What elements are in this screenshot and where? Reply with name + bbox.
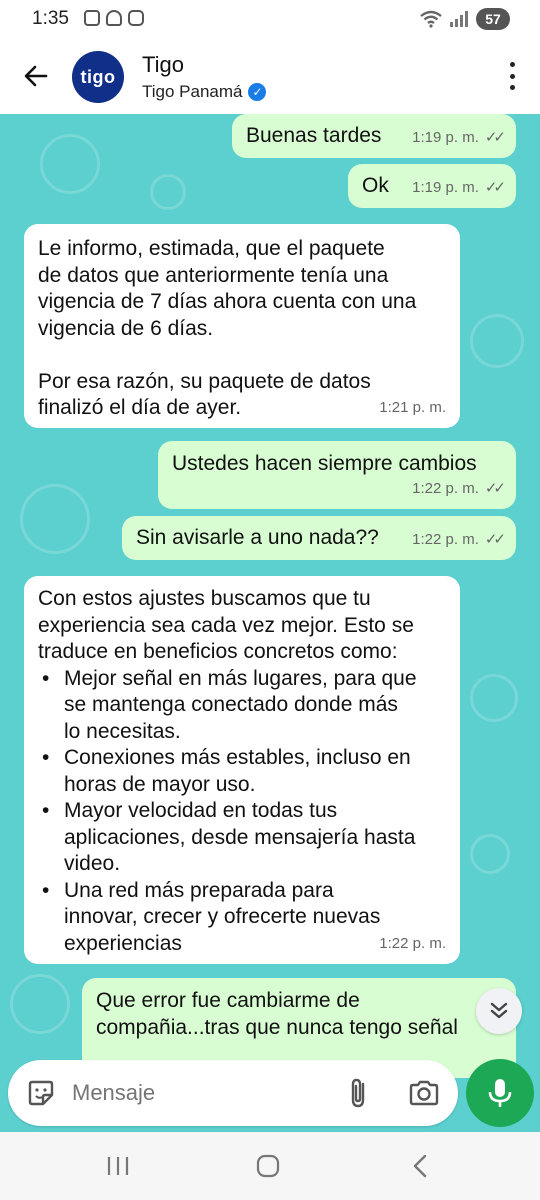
app-notification-icon <box>106 10 122 26</box>
message-time: 1:21 p. m. <box>379 398 446 416</box>
home-button[interactable] <box>248 1152 288 1180</box>
message-composer <box>8 1060 458 1126</box>
double-chevron-down-icon <box>490 1002 508 1019</box>
list-item: Conexiones más estables, incluso en hora… <box>38 745 458 798</box>
wallpaper-doodle <box>40 134 100 194</box>
business-name: Tigo Panamá <box>142 82 243 101</box>
outgoing-message[interactable]: Ustedes hacen siempre cambios 1:22 p. m.… <box>158 441 516 509</box>
benefits-list: Mejor señal en más lugares, para que se … <box>38 666 458 958</box>
message-meta: 1:21 p. m. <box>379 395 446 422</box>
list-item: Mejor señal en más lugares, para que se … <box>38 666 458 746</box>
message-text: Ustedes hacen siempre cambios <box>172 452 477 475</box>
message-text: Ok <box>362 174 389 197</box>
read-receipt-icon: ✓✓ <box>484 530 506 548</box>
message-text: Sin avisarle a uno nada?? <box>136 526 379 549</box>
read-receipt-icon: ✓✓ <box>484 178 506 196</box>
attach-icon[interactable] <box>344 1076 372 1110</box>
list-item: Mayor velocidad en todas tus aplicacione… <box>38 798 458 878</box>
wallpaper-doodle <box>470 314 524 368</box>
read-receipt-icon: ✓✓ <box>484 479 506 497</box>
signal-icon <box>450 11 468 27</box>
wallpaper-doodle <box>20 484 90 554</box>
message-meta: 1:22 p. m. <box>379 931 446 958</box>
incoming-message[interactable]: Le informo, estimada, que el paquete de … <box>24 224 460 428</box>
incoming-message[interactable]: Con estos ajustes buscamos que tu experi… <box>24 576 460 964</box>
notification-icons <box>84 10 144 26</box>
outgoing-message[interactable]: Ok 1:19 p. m. ✓✓ <box>348 164 516 208</box>
camera-icon[interactable] <box>408 1078 440 1108</box>
contact-subtitle[interactable]: Tigo Panamá ✓ <box>142 82 267 102</box>
message-text: Buenas tardes <box>246 124 382 147</box>
more-vert-icon[interactable] <box>508 62 516 90</box>
recents-button[interactable] <box>98 1152 138 1180</box>
back-arrow-icon[interactable] <box>22 62 50 90</box>
message-text: Con estos ajustes buscamos que tu experi… <box>38 587 414 663</box>
chat-area[interactable]: Buenas tardes 1:19 p. m. ✓✓ Ok 1:19 p. m… <box>0 114 540 1132</box>
message-text: Que error fue cambiarme de compañia...tr… <box>96 989 458 1039</box>
message-body: Con estos ajustes buscamos que tu experi… <box>38 586 458 957</box>
sticker-icon[interactable] <box>26 1078 56 1108</box>
screenshot-notification-icon <box>84 10 100 26</box>
message-meta: 1:19 p. m. ✓✓ <box>412 175 506 202</box>
status-time: 1:35 <box>32 8 69 29</box>
instagram-notification-icon <box>128 10 144 26</box>
wallpaper-doodle <box>470 834 510 874</box>
message-time: 1:19 p. m. <box>412 128 479 146</box>
wifi-icon <box>420 10 442 28</box>
outgoing-message[interactable]: Buenas tardes 1:19 p. m. ✓✓ <box>232 114 516 158</box>
contact-avatar[interactable]: tigo <box>72 51 124 103</box>
read-receipt-icon: ✓✓ <box>484 128 506 146</box>
contact-name[interactable]: Tigo <box>142 52 184 78</box>
message-time: 1:22 p. m. <box>412 479 479 497</box>
status-bar: 1:35 57 <box>0 0 540 40</box>
message-time: 1:22 p. m. <box>412 530 479 548</box>
scroll-to-bottom-button[interactable] <box>476 988 522 1034</box>
message-meta: 1:19 p. m. ✓✓ <box>412 125 506 152</box>
mic-icon <box>488 1079 512 1107</box>
wallpaper-doodle <box>470 674 518 722</box>
message-time: 1:19 p. m. <box>412 178 479 196</box>
message-input[interactable] <box>72 1078 322 1108</box>
message-meta: 1:22 p. m. ✓✓ <box>412 476 506 503</box>
wallpaper-doodle <box>10 974 70 1034</box>
status-right: 57 <box>420 8 510 30</box>
nav-back-button[interactable] <box>400 1152 440 1180</box>
wallpaper-doodle <box>150 174 186 210</box>
message-meta: 1:22 p. m. ✓✓ <box>412 527 506 554</box>
system-nav-bar <box>0 1132 540 1200</box>
recents-icon <box>107 1157 129 1175</box>
mic-button[interactable] <box>466 1059 534 1127</box>
message-time: 1:22 p. m. <box>379 934 446 952</box>
home-icon <box>256 1154 280 1178</box>
back-icon <box>413 1154 427 1178</box>
outgoing-message[interactable]: Sin avisarle a uno nada?? 1:22 p. m. ✓✓ <box>122 516 516 560</box>
battery-indicator: 57 <box>476 8 510 30</box>
verified-icon: ✓ <box>248 83 267 101</box>
message-text: Le informo, estimada, que el paquete de … <box>38 237 417 419</box>
chat-header: tigo Tigo Tigo Panamá ✓ <box>0 40 540 114</box>
